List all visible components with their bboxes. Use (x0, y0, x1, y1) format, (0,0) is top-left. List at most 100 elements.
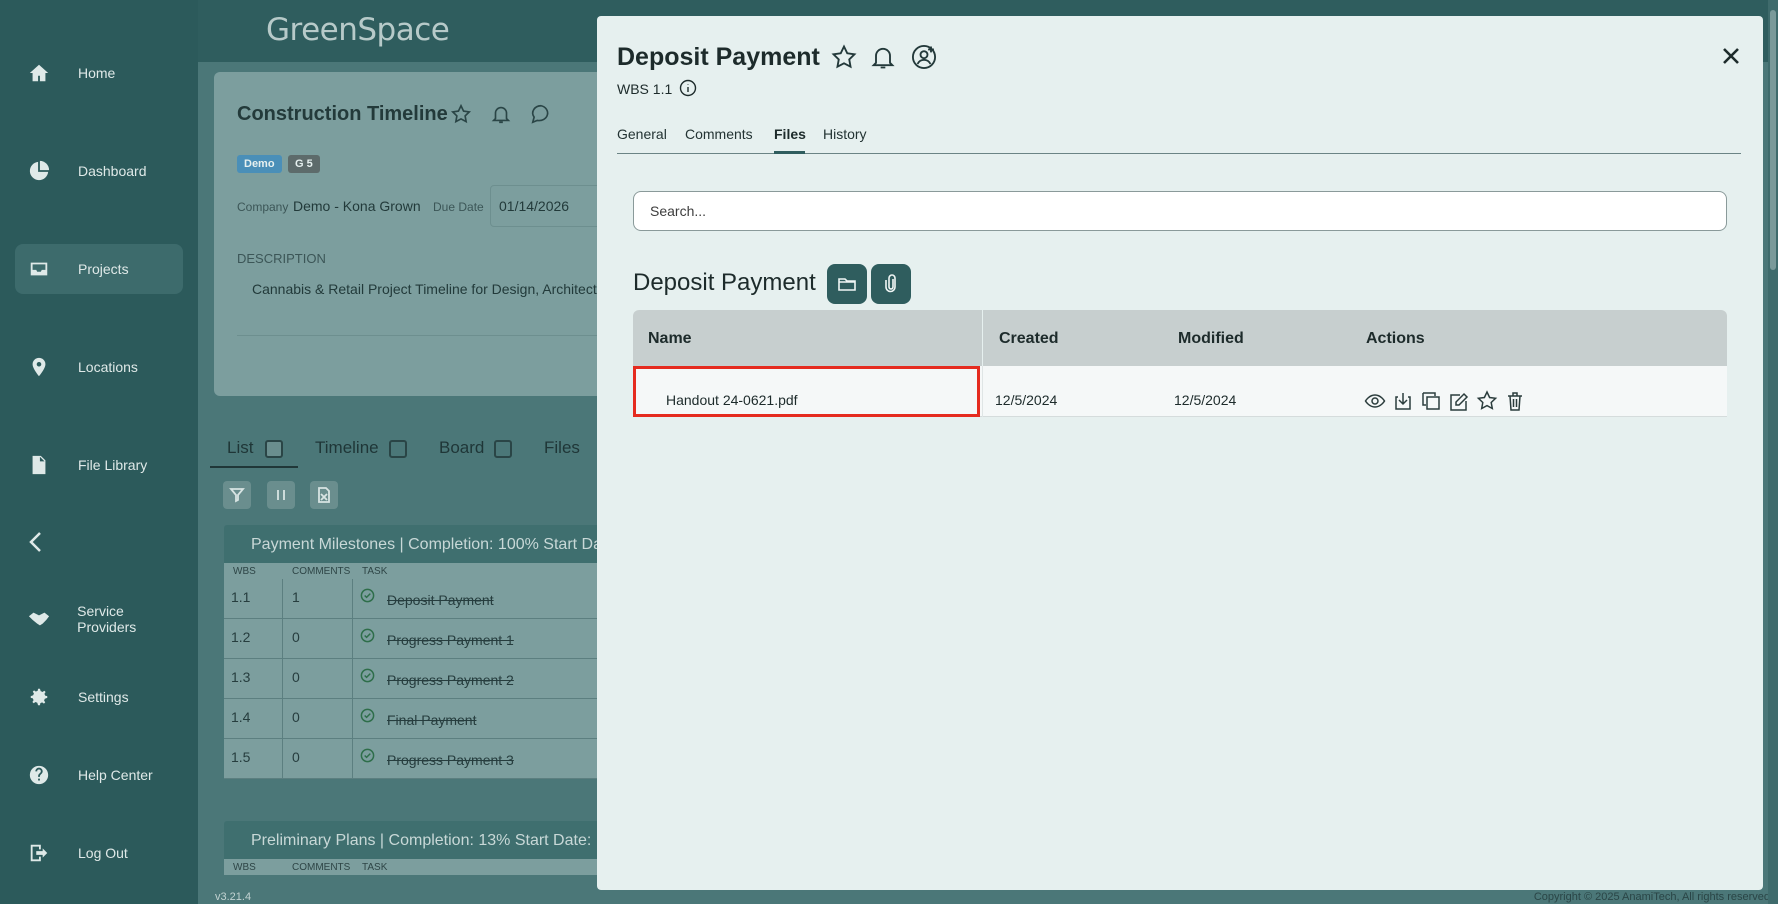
col-created[interactable]: Created (999, 330, 1059, 348)
sidebar-item-home[interactable]: Home (15, 48, 183, 98)
gear-icon (27, 685, 51, 709)
check-circle-icon (360, 748, 375, 763)
add-user-icon[interactable] (910, 43, 938, 71)
app-logo: GreenSpace (266, 12, 450, 48)
trash-icon[interactable] (1504, 390, 1526, 412)
sidebar-item-dashboard[interactable]: Dashboard (15, 146, 183, 196)
file-search-input[interactable] (633, 191, 1727, 231)
sidebar: Home Dashboard Projects Locations File L… (0, 0, 198, 904)
sidebar-item-help-center[interactable]: Help Center (15, 750, 183, 800)
due-date-label: Due Date (433, 200, 484, 214)
sidebar-item-label: Locations (78, 359, 138, 375)
home-icon (27, 61, 51, 85)
active-view-indicator (210, 466, 298, 468)
col-wbs: WBS (233, 862, 256, 873)
col-actions: Actions (1366, 330, 1425, 347)
edit-icon[interactable] (1448, 390, 1470, 412)
star-icon[interactable] (450, 103, 472, 125)
table-row[interactable]: 1.5 0 Progress Payment 3 (224, 739, 604, 779)
col-comments: COMMENTS (292, 566, 351, 577)
description-label: DESCRIPTION (237, 251, 326, 266)
check-circle-icon (360, 628, 375, 643)
sidebar-item-projects[interactable]: Projects (15, 244, 183, 294)
bell-icon[interactable] (869, 43, 897, 71)
view-tab-board[interactable]: Board (439, 438, 484, 458)
sidebar-item-locations[interactable]: Locations (15, 342, 183, 392)
list-checkbox[interactable] (265, 440, 283, 458)
table-row[interactable]: 1.4 0 Final Payment (224, 699, 604, 739)
copy-icon[interactable] (1420, 390, 1442, 412)
col-comments: COMMENTS (292, 862, 351, 873)
table-row[interactable]: 1.1 1 Deposit Payment (224, 579, 604, 619)
file-name[interactable]: Handout 24-0621.pdf (666, 392, 798, 408)
help-icon (27, 763, 51, 787)
filter-button[interactable] (223, 481, 251, 509)
sidebar-item-label: File Library (78, 457, 148, 473)
map-pin-icon (27, 355, 51, 379)
export-button[interactable] (310, 481, 338, 509)
check-circle-icon (360, 668, 375, 683)
sidebar-item-label: Service Providers (77, 603, 137, 635)
company-value: Demo - Kona Grown (293, 198, 421, 214)
divider (237, 335, 604, 336)
tab-files[interactable]: Files (774, 126, 806, 142)
sidebar-item-label: Log Out (78, 845, 128, 861)
columns-button[interactable] (267, 481, 295, 509)
view-tab-list[interactable]: List (227, 438, 253, 458)
files-table: Name Created Modified Actions Handout 24… (633, 310, 1727, 417)
col-wbs: WBS (233, 566, 256, 577)
app-version: v3.21.4 (215, 891, 252, 903)
collapse-sidebar-icon[interactable] (25, 530, 47, 554)
timeline-checkbox[interactable] (389, 440, 407, 458)
tab-general[interactable]: General (617, 126, 667, 142)
sidebar-item-log-out[interactable]: Log Out (15, 828, 183, 878)
col-modified[interactable]: Modified (1178, 330, 1244, 348)
table-row[interactable]: 1.3 0 Progress Payment 2 (224, 659, 604, 699)
company-label: Company (237, 200, 289, 214)
view-tab-files[interactable]: Files (544, 438, 580, 458)
folder-title: Deposit Payment (633, 269, 816, 296)
tag-demo: Demo (237, 155, 282, 173)
bell-icon[interactable] (490, 103, 512, 125)
close-icon[interactable] (1719, 44, 1743, 68)
sidebar-item-file-library[interactable]: File Library (15, 440, 183, 490)
attach-file-button[interactable] (871, 264, 911, 304)
group-header-preliminary-plans[interactable]: Preliminary Plans | Completion: 13% Star… (224, 821, 604, 859)
copyright: Copyright © 2025 AnamiTech, All rights r… (1533, 891, 1770, 903)
col-name[interactable]: Name (648, 330, 692, 348)
page-scrollbar-thumb[interactable] (1770, 10, 1776, 270)
pie-chart-icon (27, 159, 51, 183)
check-circle-icon (360, 708, 375, 723)
info-icon[interactable] (679, 79, 697, 97)
project-title: Construction Timeline (237, 103, 448, 125)
star-icon[interactable] (830, 43, 858, 71)
description-text: Cannabis & Retail Project Timeline for D… (252, 281, 602, 297)
star-icon[interactable] (1476, 390, 1498, 412)
col-task: TASK (362, 566, 388, 577)
new-folder-button[interactable] (827, 264, 867, 304)
check-circle-icon (360, 588, 375, 603)
modal-title: Deposit Payment (617, 43, 820, 71)
view-icon[interactable] (1364, 390, 1386, 412)
tab-comments[interactable]: Comments (685, 126, 753, 142)
files-table-header: Name Created Modified Actions (633, 310, 1727, 366)
due-date-field[interactable]: 01/14/2026 (490, 185, 604, 227)
board-checkbox[interactable] (494, 440, 512, 458)
sidebar-item-service-providers[interactable]: Service Providers (15, 594, 183, 644)
tab-history[interactable]: History (823, 126, 867, 142)
file-created: 12/5/2024 (995, 392, 1058, 408)
file-icon (27, 453, 51, 477)
inbox-icon (27, 257, 51, 281)
sidebar-item-label: Projects (78, 261, 129, 277)
logout-icon (27, 841, 51, 865)
sidebar-item-settings[interactable]: Settings (15, 672, 183, 722)
table-row[interactable]: Handout 24-0621.pdf 12/5/2024 12/5/2024 (633, 366, 1727, 417)
table-row[interactable]: 1.2 0 Progress Payment 1 (224, 619, 604, 659)
active-tab-indicator (774, 151, 805, 154)
task-detail-modal: Deposit Payment WBS 1.1 General Comments… (597, 16, 1763, 890)
download-icon[interactable] (1392, 390, 1414, 412)
view-tab-timeline[interactable]: Timeline (315, 438, 379, 458)
chat-icon[interactable] (530, 103, 552, 125)
file-modified: 12/5/2024 (1174, 392, 1237, 408)
group-header-payment-milestones[interactable]: Payment Milestones | Completion: 100% St… (224, 525, 604, 563)
